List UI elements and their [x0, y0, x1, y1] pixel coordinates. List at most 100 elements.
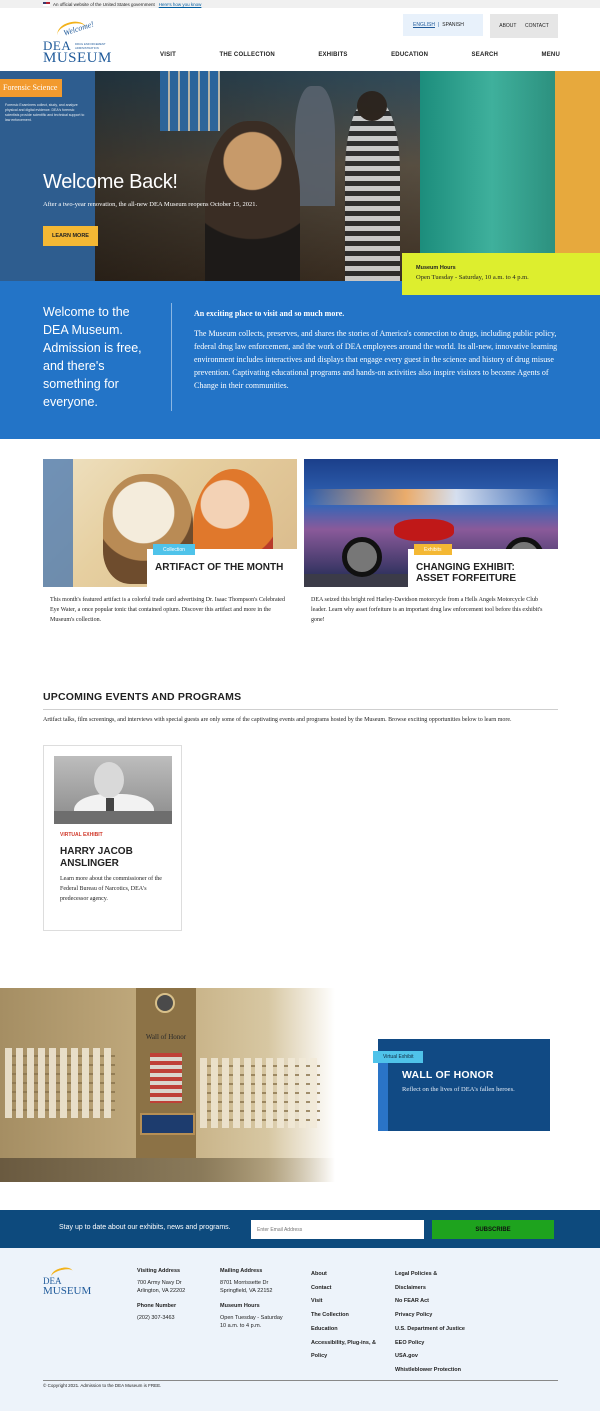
welcome-section: Welcome to the DEA Museum. Admission is … — [0, 281, 600, 439]
logo-sub-text: DRUG ENFORCEMENT ADMINISTRATION — [75, 42, 106, 50]
honor-card-stripe — [378, 1059, 388, 1131]
heres-how-you-know-link[interactable]: Here's how you know — [159, 2, 202, 7]
dea-museum-logo[interactable]: Welcome! DEA DRUG ENFORCEMENT ADMINISTRA… — [43, 16, 123, 68]
collection-tag: Collection — [153, 544, 195, 555]
lang-english[interactable]: ENGLISH — [413, 22, 435, 28]
hero-photo-visitor — [345, 91, 400, 281]
footer-link-accessibility[interactable]: Policy — [311, 1350, 376, 1364]
nav-exhibits[interactable]: EXHIBITS — [318, 52, 347, 58]
email-input[interactable] — [251, 1220, 424, 1239]
event-card-desc: Learn more about the commissioner of the… — [60, 876, 162, 902]
gov-banner: An official website of the United States… — [0, 0, 600, 8]
hero-photo-visitor — [295, 86, 335, 206]
about-link[interactable]: ABOUT — [499, 23, 516, 29]
footer-hours-line: Open Tuesday - Saturday — [220, 1315, 283, 1321]
hero-banner: Forensic Science Forensic Examiners coll… — [0, 71, 600, 281]
footer-mailing-column: Mailing Address 8701 Morrissette Dr Spri… — [220, 1267, 283, 1330]
events-intro: Artifact talks, film screenings, and int… — [43, 717, 512, 723]
photo-desk — [54, 811, 172, 824]
changing-exhibit-card[interactable]: Exhibits CHANGING EXHIBIT: ASSET FORFEIT… — [304, 459, 558, 629]
wall-of-honor-sign: Wall of Honor — [145, 1033, 187, 1041]
nav-education[interactable]: EDUCATION — [391, 52, 428, 58]
footer-link-the-collection[interactable]: The Collection — [311, 1309, 376, 1323]
wall-of-honor-card[interactable]: Virtual Exhibit WALL OF HONOR Reflect on… — [373, 1039, 550, 1131]
visiting-address-line: 700 Army Navy Dr — [137, 1280, 182, 1286]
language-switcher: ENGLISH | SPANISH — [403, 14, 483, 36]
hero-photo-wall — [160, 71, 220, 131]
honor-kiosk — [140, 1113, 195, 1135]
honor-plaques — [5, 1048, 115, 1118]
wall-of-honor-title[interactable]: WALL OF HONOR — [402, 1069, 526, 1081]
nav-visit[interactable]: VISIT — [160, 52, 176, 58]
us-flag-icon — [43, 2, 50, 6]
gov-banner-text: An official website of the United States… — [53, 1, 155, 7]
footer-hours-line: 10 a.m. to 4 p.m. — [220, 1323, 262, 1329]
footer-divider — [43, 1380, 558, 1381]
wall-of-honor-desc: Reflect on the lives of DEA's fallen her… — [402, 1086, 515, 1093]
footer-visiting-column: Visiting Address 700 Army Navy Dr Arling… — [137, 1267, 185, 1322]
forensic-science-sign: Forensic Science — [0, 79, 62, 97]
visiting-address-line: Arlington, VA 22202 — [137, 1288, 186, 1294]
footer-link-eeo[interactable]: EEO Policy — [395, 1337, 465, 1351]
footer-link-visit[interactable]: Visit — [311, 1295, 376, 1309]
hero-title: Welcome Back! — [43, 171, 178, 193]
anslinger-photo[interactable] — [54, 756, 172, 824]
footer-link-about[interactable]: About — [311, 1268, 376, 1282]
utility-links: ABOUT CONTACT — [490, 14, 558, 38]
event-card-anslinger[interactable]: VIRTUAL EXHIBIT HARRY JACOB ANSLINGER Le… — [43, 745, 182, 931]
footer-links-1: About Contact Visit The Collection Educa… — [311, 1268, 376, 1364]
events-divider — [43, 709, 558, 710]
events-heading: UPCOMING EVENTS AND PROGRAMS — [43, 691, 242, 703]
nav-search[interactable]: SEARCH — [472, 52, 499, 58]
mailing-address-line: 8701 Morrissette Dr — [220, 1280, 269, 1286]
learn-more-button[interactable]: LEARN MORE — [43, 226, 98, 246]
footer-link-usa-gov[interactable]: USA.gov — [395, 1350, 465, 1364]
footer-logo[interactable]: DEA MUSEUM — [43, 1265, 103, 1298]
footer-link-privacy[interactable]: Privacy Policy — [395, 1309, 465, 1323]
footer-link-whistleblower[interactable]: Whistleblower Protection — [395, 1364, 465, 1378]
exhibit-card-desc: DEA seized this bright red Harley-Davids… — [311, 597, 543, 623]
visiting-address-heading: Visiting Address — [137, 1268, 181, 1274]
footer-link-education[interactable]: Education — [311, 1323, 376, 1337]
exhibit-card-title[interactable]: CHANGING EXHIBIT: ASSET FORFEITURE — [408, 549, 558, 589]
photo-head — [94, 762, 124, 798]
museum-hours-box: Museum Hours Open Tuesday - Saturday, 10… — [402, 253, 600, 295]
footer-link-accessibility[interactable]: Accessibility, Plug-ins, & — [311, 1337, 376, 1351]
wall-of-honor-photo: Wall of Honor — [0, 988, 335, 1182]
welcome-body: The Museum collects, preserves, and shar… — [194, 329, 558, 390]
event-card-title[interactable]: HARRY JACOB ANSLINGER — [60, 846, 170, 870]
hero-photo-orange-wall — [555, 71, 600, 281]
flag-image — [150, 1053, 182, 1103]
contact-link[interactable]: CONTACT — [525, 23, 549, 29]
footer-link-no-fear[interactable]: No FEAR Act — [395, 1295, 465, 1309]
welcome-statement: Welcome to the DEA Museum. Admission is … — [43, 305, 142, 409]
phone-number[interactable]: (202) 307-3463 — [137, 1314, 185, 1322]
subscribe-button[interactable]: SUBSCRIBE — [432, 1220, 554, 1239]
logo-museum-text: MUSEUM — [43, 50, 112, 66]
footer-link-doj[interactable]: U.S. Department of Justice — [395, 1323, 465, 1337]
site-header: Welcome! DEA DRUG ENFORCEMENT ADMINISTRA… — [0, 8, 600, 71]
artifact-card-title[interactable]: ARTIFACT OF THE MONTH — [147, 549, 297, 589]
footer-link-legal[interactable]: Legal Policies & — [395, 1268, 465, 1282]
artifact-image-stripe — [43, 459, 73, 587]
footer-link-contact[interactable]: Contact — [311, 1282, 376, 1296]
lang-separator: | — [437, 22, 440, 28]
welcome-title: An exciting place to visit and so much m… — [194, 309, 345, 318]
forensic-science-text: Forensic Examiners collect, study, and a… — [5, 103, 85, 122]
museum-hours-title: Museum Hours — [416, 265, 456, 271]
motorcycle-tank — [394, 519, 454, 541]
main-nav: VISIT THE COLLECTION EXHIBITS EDUCATION … — [160, 52, 560, 58]
museum-hours-value: Open Tuesday - Saturday, 10 a.m. to 4 p.… — [416, 274, 529, 281]
light-streak — [304, 489, 558, 505]
newsletter-text: Stay up to date about our exhibits, news… — [59, 1224, 231, 1231]
lang-spanish[interactable]: SPANISH — [442, 22, 464, 28]
footer-link-legal[interactable]: Disclaimers — [395, 1282, 465, 1296]
footer-logo-museum: MUSEUM — [43, 1285, 92, 1297]
honor-floor — [0, 1158, 335, 1182]
nav-the-collection[interactable]: THE COLLECTION — [219, 52, 274, 58]
welcome-divider — [171, 303, 172, 411]
artifact-of-the-month-card[interactable]: Collection ARTIFACT OF THE MONTH This mo… — [43, 459, 297, 629]
site-footer: DEA MUSEUM Visiting Address 700 Army Nav… — [0, 1248, 600, 1411]
copyright: © Copyright 2021. Admission to the DEA M… — [43, 1383, 162, 1388]
nav-menu[interactable]: MENU — [542, 52, 560, 58]
